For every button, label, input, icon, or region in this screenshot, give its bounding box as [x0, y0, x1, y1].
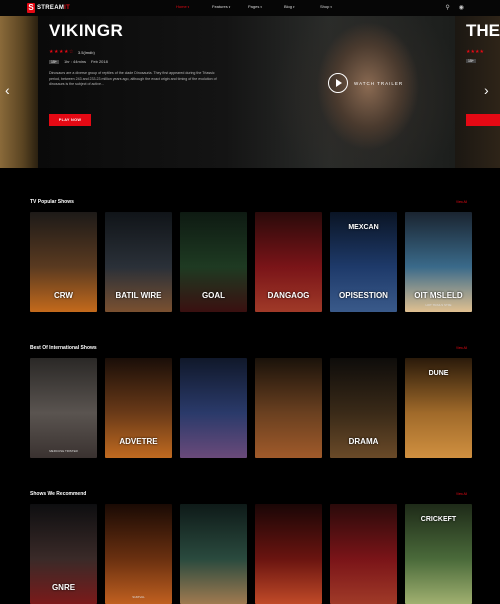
- next-slide-badge: 15+: [466, 59, 476, 63]
- poster-card[interactable]: BATIL WIRE: [105, 212, 172, 312]
- poster-card[interactable]: GOAL: [180, 212, 247, 312]
- user-icon[interactable]: ◉: [459, 4, 464, 11]
- chevron-left-icon[interactable]: ‹: [5, 82, 10, 98]
- nav-home[interactable]: Home▾: [176, 4, 212, 9]
- rating-stars: ★★★★☆: [49, 49, 74, 55]
- poster-title: CRW: [54, 291, 73, 300]
- poster-title: MEXCAN: [348, 224, 379, 231]
- poster-title: GOAL: [201, 291, 226, 300]
- section-title-international: Best Of International Shows: [30, 345, 97, 351]
- poster-title: BATIL WIRE: [115, 291, 162, 300]
- logo-text: STREAMIT: [37, 5, 71, 11]
- search-icon[interactable]: ⚲: [445, 4, 449, 11]
- poster-title: ADVETRE: [119, 437, 158, 446]
- poster-title: OIT MSLELD: [414, 291, 463, 300]
- play-icon[interactable]: [328, 73, 348, 93]
- chevron-right-icon[interactable]: ›: [484, 82, 489, 98]
- nav-shop[interactable]: Shop▾: [320, 4, 356, 9]
- poster-title: OPISESTION: [339, 291, 388, 300]
- hero-description: Dinosaurs are a diverse group of reptile…: [49, 71, 217, 86]
- nav-blog[interactable]: Blog▾: [284, 4, 320, 9]
- view-all-link[interactable]: View All: [456, 346, 467, 350]
- view-all-link[interactable]: View All: [456, 492, 467, 496]
- duration: 1hr : 44mins: [63, 59, 86, 64]
- next-slide-play-button[interactable]: [466, 114, 500, 126]
- poster-card[interactable]: CRICKEFT: [405, 504, 472, 604]
- poster-title: DANGAOG: [267, 291, 310, 300]
- watch-trailer-button[interactable]: WATCH TRAILER: [328, 73, 403, 93]
- nav-pages[interactable]: Pages▾: [248, 4, 284, 9]
- top-nav-bar: S STREAMIT Home▾ Features▾ Pages▾ Blog▾ …: [0, 0, 500, 16]
- nav-features[interactable]: Features▾: [212, 4, 248, 9]
- poster-title: DRAMA: [348, 437, 379, 446]
- play-now-button[interactable]: PLAY NOW: [49, 114, 91, 126]
- poster-title: GNRE: [51, 583, 76, 592]
- rating-text: 3.5(lmdb): [77, 49, 95, 55]
- poster-card[interactable]: [255, 358, 322, 458]
- poster-card[interactable]: GNRE: [30, 504, 97, 604]
- site-logo[interactable]: S STREAMIT: [27, 3, 70, 13]
- poster-card[interactable]: MERCUSE TRISTER: [30, 358, 97, 458]
- poster-subtitle: SURIVAL: [132, 595, 145, 599]
- release-date: Feb 2018: [90, 59, 108, 64]
- poster-card[interactable]: SURIVAL: [105, 504, 172, 604]
- view-all-link[interactable]: View All: [456, 200, 467, 204]
- section-title-tv-popular: TV Popular Shows: [30, 199, 74, 205]
- hero-meta: 15+ 1hr : 44mins Feb 2018: [49, 59, 108, 64]
- poster-card[interactable]: [330, 504, 397, 604]
- poster-title: CRICKEFT: [420, 516, 457, 523]
- card-row: GNRE SURIVAL CRICKEFT: [30, 504, 472, 604]
- poster-card[interactable]: ADVETRE: [105, 358, 172, 458]
- poster-card[interactable]: MEXCAN OPISESTION: [330, 212, 397, 312]
- hero-title: VIKINGR: [49, 21, 124, 40]
- poster-card[interactable]: [180, 358, 247, 458]
- watch-trailer-label: WATCH TRAILER: [354, 80, 404, 86]
- next-slide-stars: ★★★★: [466, 49, 484, 55]
- poster-subtitle: HOT TRAILS STIIE: [425, 303, 452, 307]
- main-nav: Home▾ Features▾ Pages▾ Blog▾ Shop▾: [176, 4, 356, 9]
- poster-card[interactable]: [255, 504, 322, 604]
- card-row: MERCUSE TRISTER ADVETRE DRAMA DUNE: [30, 358, 472, 458]
- poster-subtitle: MERCUSE TRISTER: [49, 449, 78, 453]
- poster-card[interactable]: DANGAOG: [255, 212, 322, 312]
- next-slide-title: THE: [466, 21, 500, 40]
- poster-title: DUNE: [428, 370, 449, 377]
- poster-card[interactable]: CRW: [30, 212, 97, 312]
- age-badge: 15+: [49, 59, 59, 64]
- hero-rating: ★★★★☆ 3.5(lmdb): [49, 49, 95, 55]
- card-row: CRW BATIL WIRE GOAL DANGAOG MEXCAN OPISESTION…: [30, 212, 472, 312]
- poster-card[interactable]: DRAMA: [330, 358, 397, 458]
- poster-card[interactable]: [180, 504, 247, 604]
- poster-card[interactable]: OIT MSLELD HOT TRAILS STIIE: [405, 212, 472, 312]
- poster-card[interactable]: DUNE: [405, 358, 472, 458]
- section-title-recommend: Shows We Recommend: [30, 491, 87, 497]
- logo-mark: S: [27, 3, 35, 13]
